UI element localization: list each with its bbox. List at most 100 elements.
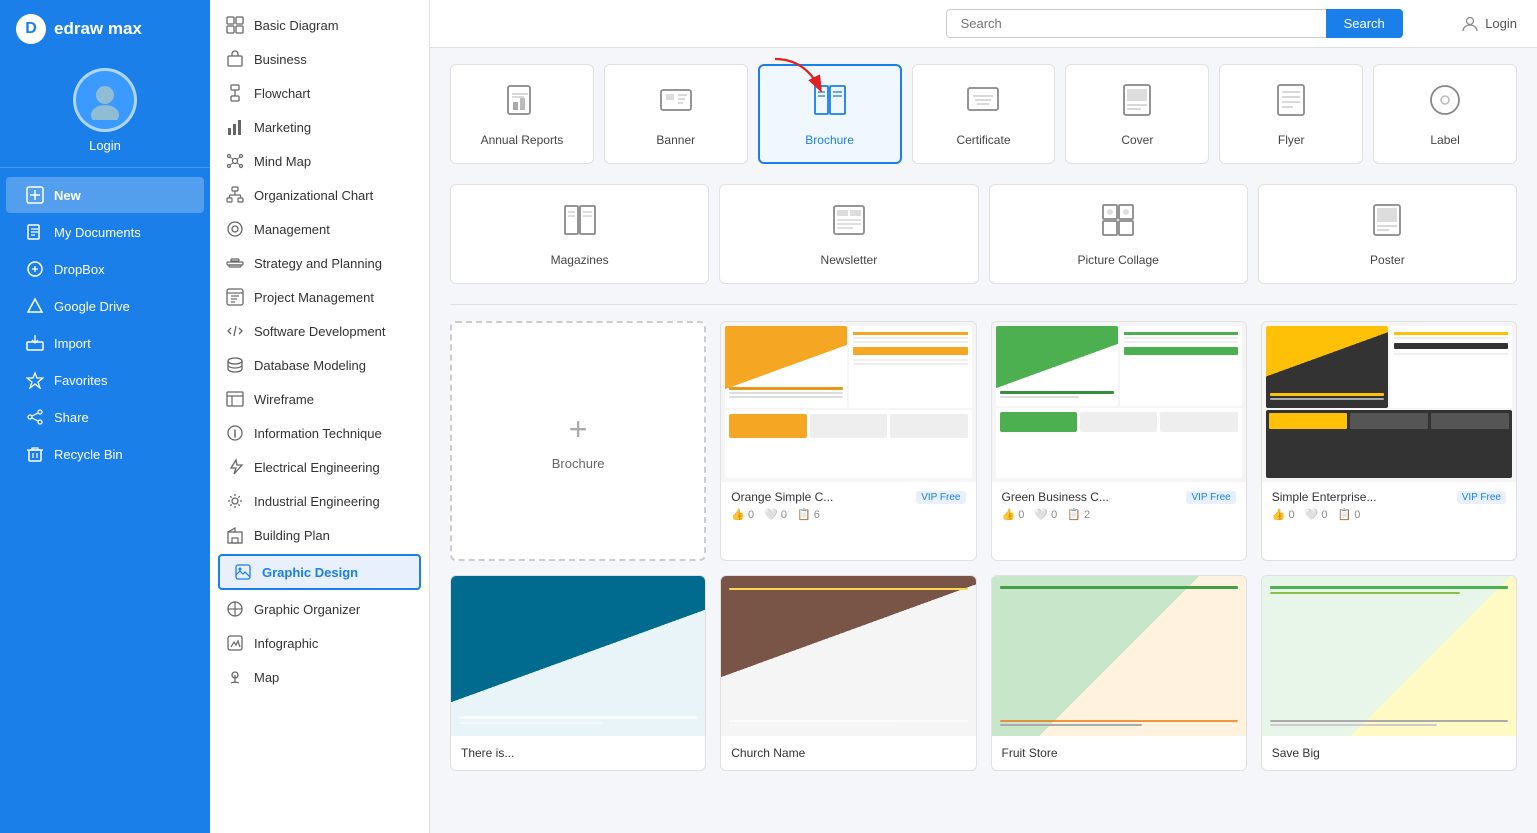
electrical-eng-label: Electrical Engineering — [254, 460, 380, 475]
header-login-label: Login — [1485, 16, 1517, 31]
middle-item-basic-diagram[interactable]: Basic Diagram — [210, 8, 429, 42]
template-title-orange: Orange Simple C... — [731, 490, 833, 504]
category-cover[interactable]: Cover — [1065, 64, 1209, 164]
middle-item-graphic-design[interactable]: Graphic Design — [218, 554, 421, 590]
template-stats-enterprise: 👍 0 🤍 0 📋 0 — [1272, 508, 1506, 521]
mind-map-label: Mind Map — [254, 154, 311, 169]
sidebar-item-my-documents[interactable]: My Documents — [6, 214, 204, 250]
template-title-green: Green Business C... — [1002, 490, 1109, 504]
middle-item-business[interactable]: Business — [210, 42, 429, 76]
logo-icon: D — [16, 14, 46, 44]
category-newsletter[interactable]: Newsletter — [719, 184, 978, 284]
sidebar-item-dropbox[interactable]: DropBox — [6, 251, 204, 287]
middle-item-org-chart[interactable]: Organizational Chart — [210, 178, 429, 212]
template-thumb-teal — [451, 576, 705, 736]
category-label[interactable]: Label — [1373, 64, 1517, 164]
poster-icon — [1369, 202, 1405, 245]
category-poster[interactable]: Poster — [1258, 184, 1517, 284]
template-info-enterprise: Simple Enterprise... VIP Free 👍 0 🤍 0 📋 … — [1262, 482, 1516, 529]
search-button[interactable]: Search — [1326, 9, 1403, 38]
middle-item-info-tech[interactable]: Information Technique — [210, 416, 429, 450]
sidebar-item-google-drive[interactable]: Google Drive — [6, 288, 204, 324]
category-magazines[interactable]: Magazines — [450, 184, 709, 284]
middle-panel: Basic Diagram Business Flowchart Marketi… — [210, 0, 430, 833]
logo-area: D edraw max — [0, 0, 210, 58]
marketing-icon — [226, 118, 244, 136]
picture-collage-label: Picture Collage — [1077, 253, 1158, 267]
avatar[interactable] — [73, 68, 137, 132]
template-thumb-green — [992, 322, 1246, 482]
sidebar-item-recycle-bin[interactable]: Recycle Bin — [6, 436, 204, 472]
template-card-green[interactable]: Green Business C... VIP Free 👍 0 🤍 0 📋 2 — [991, 321, 1247, 561]
my-documents-icon — [26, 223, 44, 241]
sidebar-item-share[interactable]: Share — [6, 399, 204, 435]
sidebar-navigation: New My Documents DropBox — [0, 168, 210, 481]
template-card-teal[interactable]: There is... — [450, 575, 706, 771]
banner-label: Banner — [656, 133, 695, 147]
graphic-organizer-icon — [226, 600, 244, 618]
annual-reports-label: Annual Reports — [481, 133, 564, 147]
certificate-label: Certificate — [956, 133, 1010, 147]
magazines-label: Magazines — [551, 253, 609, 267]
sidebar-item-new[interactable]: New — [6, 177, 204, 213]
category-banner[interactable]: Banner — [604, 64, 748, 164]
info-tech-icon — [226, 424, 244, 442]
middle-item-mind-map[interactable]: Mind Map — [210, 144, 429, 178]
middle-item-project-management[interactable]: Project Management — [210, 280, 429, 314]
strategy-icon — [226, 254, 244, 272]
category-brochure[interactable]: Brochure — [758, 64, 902, 164]
category-annual-reports[interactable]: Annual Reports — [450, 64, 594, 164]
likes-orange: 👍 0 — [731, 508, 754, 521]
category-flyer[interactable]: Flyer — [1219, 64, 1363, 164]
hearts-enterprise: 🤍 0 — [1305, 508, 1328, 521]
search-input[interactable] — [946, 9, 1326, 38]
search-bar: Search — [946, 9, 1442, 38]
template-badge-orange: VIP Free — [916, 491, 965, 504]
middle-item-electrical-eng[interactable]: Electrical Engineering — [210, 450, 429, 484]
middle-item-graphic-organizer[interactable]: Graphic Organizer — [210, 592, 429, 626]
template-title-enterprise: Simple Enterprise... — [1272, 490, 1377, 504]
middle-item-building-plan[interactable]: Building Plan — [210, 518, 429, 552]
middle-item-database[interactable]: Database Modeling — [210, 348, 429, 382]
middle-item-management[interactable]: Management — [210, 212, 429, 246]
middle-item-map[interactable]: Map — [210, 660, 429, 694]
sidebar-login[interactable]: Login — [89, 138, 121, 153]
cover-label: Cover — [1121, 133, 1153, 147]
middle-item-flowchart[interactable]: Flowchart — [210, 76, 429, 110]
hearts-green: 🤍 0 — [1034, 508, 1057, 521]
middle-item-software-dev[interactable]: Software Development — [210, 314, 429, 348]
middle-item-infographic[interactable]: Infographic — [210, 626, 429, 660]
new-template-card[interactable]: + Brochure — [450, 321, 706, 561]
middle-item-wireframe[interactable]: Wireframe — [210, 382, 429, 416]
sidebar-item-favorites[interactable]: Favorites — [6, 362, 204, 398]
graphic-design-label: Graphic Design — [262, 565, 358, 580]
import-icon — [26, 334, 44, 352]
sidebar-item-import[interactable]: Import — [6, 325, 204, 361]
sidebar-item-favorites-label: Favorites — [54, 373, 107, 388]
template-info-church: Church Name — [721, 736, 975, 770]
flowchart-label: Flowchart — [254, 86, 310, 101]
industrial-eng-label: Industrial Engineering — [254, 494, 380, 509]
wireframe-label: Wireframe — [254, 392, 314, 407]
template-card-fruit[interactable]: Fruit Store — [991, 575, 1247, 771]
cover-icon — [1119, 82, 1155, 125]
template-card-orange[interactable]: Orange Simple C... VIP Free 👍 0 🤍 0 📋 6 — [720, 321, 976, 561]
copies-orange: 📋 6 — [797, 508, 820, 521]
newsletter-label: Newsletter — [821, 253, 878, 267]
middle-item-industrial-eng[interactable]: Industrial Engineering — [210, 484, 429, 518]
template-card-savebig[interactable]: Save Big — [1261, 575, 1517, 771]
middle-item-marketing[interactable]: Marketing — [210, 110, 429, 144]
template-info-orange: Orange Simple C... VIP Free 👍 0 🤍 0 📋 6 — [721, 482, 975, 529]
header-login[interactable]: Login — [1461, 15, 1517, 33]
template-thumb-savebig — [1262, 576, 1516, 736]
middle-item-strategy[interactable]: Strategy and Planning — [210, 246, 429, 280]
category-grid-row1: Annual Reports Banner Brochure Certifica… — [450, 64, 1517, 164]
infographic-label: Infographic — [254, 636, 318, 651]
template-stats-green: 👍 0 🤍 0 📋 2 — [1002, 508, 1236, 521]
likes-enterprise: 👍 0 — [1272, 508, 1295, 521]
template-card-enterprise[interactable]: Simple Enterprise... VIP Free 👍 0 🤍 0 📋 … — [1261, 321, 1517, 561]
category-picture-collage[interactable]: Picture Collage — [989, 184, 1248, 284]
category-certificate[interactable]: Certificate — [912, 64, 1056, 164]
picture-collage-icon — [1100, 202, 1136, 245]
template-card-church[interactable]: Church Name — [720, 575, 976, 771]
